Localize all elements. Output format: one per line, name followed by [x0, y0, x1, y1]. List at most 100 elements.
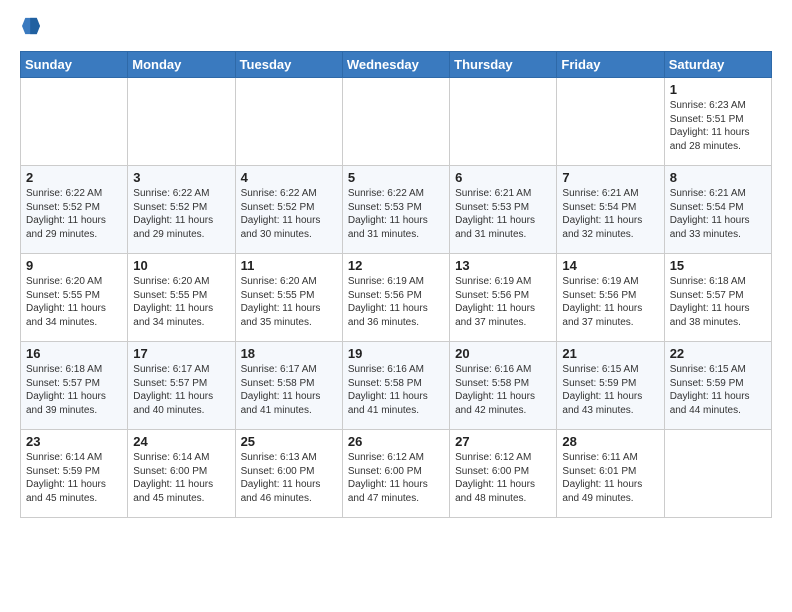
day-number: 13: [455, 258, 551, 273]
day-cell: 7 Sunrise: 6:21 AM Sunset: 5:54 PM Daylig…: [557, 166, 664, 254]
day-number: 17: [133, 346, 229, 361]
day-info: Sunrise: 6:22 AM Sunset: 5:52 PM Dayligh…: [133, 187, 229, 241]
day-info: Sunrise: 6:18 AM Sunset: 5:57 PM Dayligh…: [26, 363, 122, 417]
day-info: Sunrise: 6:17 AM Sunset: 5:57 PM Dayligh…: [133, 363, 229, 417]
day-cell: [21, 78, 128, 166]
day-cell: [128, 78, 235, 166]
day-cell: 19 Sunrise: 6:16 AM Sunset: 5:58 PM Dayli…: [342, 342, 449, 430]
day-number: 6: [455, 170, 551, 185]
day-info: Sunrise: 6:13 AM Sunset: 6:00 PM Dayligh…: [241, 451, 337, 505]
day-number: 5: [348, 170, 444, 185]
day-cell: 14 Sunrise: 6:19 AM Sunset: 5:56 PM Dayli…: [557, 254, 664, 342]
day-header-thursday: Thursday: [450, 52, 557, 78]
day-info: Sunrise: 6:12 AM Sunset: 6:00 PM Dayligh…: [348, 451, 444, 505]
day-cell: 1 Sunrise: 6:23 AM Sunset: 5:51 PM Daylig…: [664, 78, 771, 166]
day-info: Sunrise: 6:15 AM Sunset: 5:59 PM Dayligh…: [562, 363, 658, 417]
day-cell: 13 Sunrise: 6:19 AM Sunset: 5:56 PM Dayli…: [450, 254, 557, 342]
day-cell: [235, 78, 342, 166]
day-info: Sunrise: 6:19 AM Sunset: 5:56 PM Dayligh…: [348, 275, 444, 329]
day-cell: [557, 78, 664, 166]
day-cell: 9 Sunrise: 6:20 AM Sunset: 5:55 PM Daylig…: [21, 254, 128, 342]
day-cell: 17 Sunrise: 6:17 AM Sunset: 5:57 PM Dayli…: [128, 342, 235, 430]
day-cell: 25 Sunrise: 6:13 AM Sunset: 6:00 PM Dayli…: [235, 430, 342, 518]
day-info: Sunrise: 6:19 AM Sunset: 5:56 PM Dayligh…: [455, 275, 551, 329]
day-header-saturday: Saturday: [664, 52, 771, 78]
day-number: 7: [562, 170, 658, 185]
day-cell: 15 Sunrise: 6:18 AM Sunset: 5:57 PM Dayli…: [664, 254, 771, 342]
week-row-1: 2 Sunrise: 6:22 AM Sunset: 5:52 PM Daylig…: [21, 166, 772, 254]
calendar-table: SundayMondayTuesdayWednesdayThursdayFrid…: [20, 51, 772, 518]
day-info: Sunrise: 6:20 AM Sunset: 5:55 PM Dayligh…: [26, 275, 122, 329]
day-cell: 12 Sunrise: 6:19 AM Sunset: 5:56 PM Dayli…: [342, 254, 449, 342]
week-row-3: 16 Sunrise: 6:18 AM Sunset: 5:57 PM Dayli…: [21, 342, 772, 430]
day-number: 22: [670, 346, 766, 361]
day-cell: 24 Sunrise: 6:14 AM Sunset: 6:00 PM Dayli…: [128, 430, 235, 518]
day-cell: 28 Sunrise: 6:11 AM Sunset: 6:01 PM Dayli…: [557, 430, 664, 518]
week-row-2: 9 Sunrise: 6:20 AM Sunset: 5:55 PM Daylig…: [21, 254, 772, 342]
day-info: Sunrise: 6:16 AM Sunset: 5:58 PM Dayligh…: [348, 363, 444, 417]
day-header-wednesday: Wednesday: [342, 52, 449, 78]
calendar-header-row: SundayMondayTuesdayWednesdayThursdayFrid…: [21, 52, 772, 78]
day-number: 19: [348, 346, 444, 361]
day-info: Sunrise: 6:22 AM Sunset: 5:52 PM Dayligh…: [241, 187, 337, 241]
day-cell: 23 Sunrise: 6:14 AM Sunset: 5:59 PM Dayli…: [21, 430, 128, 518]
day-info: Sunrise: 6:21 AM Sunset: 5:54 PM Dayligh…: [562, 187, 658, 241]
day-info: Sunrise: 6:15 AM Sunset: 5:59 PM Dayligh…: [670, 363, 766, 417]
page: SundayMondayTuesdayWednesdayThursdayFrid…: [0, 0, 792, 612]
day-cell: [342, 78, 449, 166]
day-cell: 22 Sunrise: 6:15 AM Sunset: 5:59 PM Dayli…: [664, 342, 771, 430]
day-number: 28: [562, 434, 658, 449]
day-header-tuesday: Tuesday: [235, 52, 342, 78]
day-cell: 5 Sunrise: 6:22 AM Sunset: 5:53 PM Daylig…: [342, 166, 449, 254]
day-cell: 10 Sunrise: 6:20 AM Sunset: 5:55 PM Dayli…: [128, 254, 235, 342]
day-number: 9: [26, 258, 122, 273]
day-header-sunday: Sunday: [21, 52, 128, 78]
day-cell: 4 Sunrise: 6:22 AM Sunset: 5:52 PM Daylig…: [235, 166, 342, 254]
day-info: Sunrise: 6:14 AM Sunset: 5:59 PM Dayligh…: [26, 451, 122, 505]
day-number: 21: [562, 346, 658, 361]
day-header-friday: Friday: [557, 52, 664, 78]
day-info: Sunrise: 6:19 AM Sunset: 5:56 PM Dayligh…: [562, 275, 658, 329]
day-number: 16: [26, 346, 122, 361]
day-cell: 11Sunrise: 6:20 AM Sunset: 5:55 PM Dayli…: [235, 254, 342, 342]
day-info: Sunrise: 6:21 AM Sunset: 5:53 PM Dayligh…: [455, 187, 551, 241]
day-number: 2: [26, 170, 122, 185]
day-cell: 16 Sunrise: 6:18 AM Sunset: 5:57 PM Dayli…: [21, 342, 128, 430]
day-number: 18: [241, 346, 337, 361]
day-info: Sunrise: 6:22 AM Sunset: 5:53 PM Dayligh…: [348, 187, 444, 241]
day-number: 12: [348, 258, 444, 273]
day-number: 26: [348, 434, 444, 449]
day-number: 27: [455, 434, 551, 449]
day-number: 24: [133, 434, 229, 449]
day-info: Sunrise: 6:11 AM Sunset: 6:01 PM Dayligh…: [562, 451, 658, 505]
day-number: 25: [241, 434, 337, 449]
day-cell: 8Sunrise: 6:21 AM Sunset: 5:54 PM Daylig…: [664, 166, 771, 254]
day-number: 11: [241, 258, 337, 273]
day-info: Sunrise: 6:18 AM Sunset: 5:57 PM Dayligh…: [670, 275, 766, 329]
day-cell: 2Sunrise: 6:22 AM Sunset: 5:52 PM Daylig…: [21, 166, 128, 254]
day-cell: 18 Sunrise: 6:17 AM Sunset: 5:58 PM Dayli…: [235, 342, 342, 430]
day-info: Sunrise: 6:20 AM Sunset: 5:55 PM Dayligh…: [133, 275, 229, 329]
day-number: 3: [133, 170, 229, 185]
day-number: 4: [241, 170, 337, 185]
day-number: 10: [133, 258, 229, 273]
day-number: 14: [562, 258, 658, 273]
day-number: 8: [670, 170, 766, 185]
day-number: 23: [26, 434, 122, 449]
logo: [20, 16, 40, 41]
day-cell: 20 Sunrise: 6:16 AM Sunset: 5:58 PM Dayli…: [450, 342, 557, 430]
day-cell: 21 Sunrise: 6:15 AM Sunset: 5:59 PM Dayli…: [557, 342, 664, 430]
day-info: Sunrise: 6:14 AM Sunset: 6:00 PM Dayligh…: [133, 451, 229, 505]
week-row-4: 23 Sunrise: 6:14 AM Sunset: 5:59 PM Dayli…: [21, 430, 772, 518]
day-cell: 27 Sunrise: 6:12 AM Sunset: 6:00 PM Dayli…: [450, 430, 557, 518]
day-number: 20: [455, 346, 551, 361]
week-row-0: 1 Sunrise: 6:23 AM Sunset: 5:51 PM Daylig…: [21, 78, 772, 166]
day-info: Sunrise: 6:23 AM Sunset: 5:51 PM Dayligh…: [670, 99, 766, 153]
day-number: 1: [670, 82, 766, 97]
day-info: Sunrise: 6:17 AM Sunset: 5:58 PM Dayligh…: [241, 363, 337, 417]
day-number: 15: [670, 258, 766, 273]
day-info: Sunrise: 6:16 AM Sunset: 5:58 PM Dayligh…: [455, 363, 551, 417]
day-cell: 3 Sunrise: 6:22 AM Sunset: 5:52 PM Daylig…: [128, 166, 235, 254]
day-info: Sunrise: 6:12 AM Sunset: 6:00 PM Dayligh…: [455, 451, 551, 505]
day-cell: 26 Sunrise: 6:12 AM Sunset: 6:00 PM Dayli…: [342, 430, 449, 518]
